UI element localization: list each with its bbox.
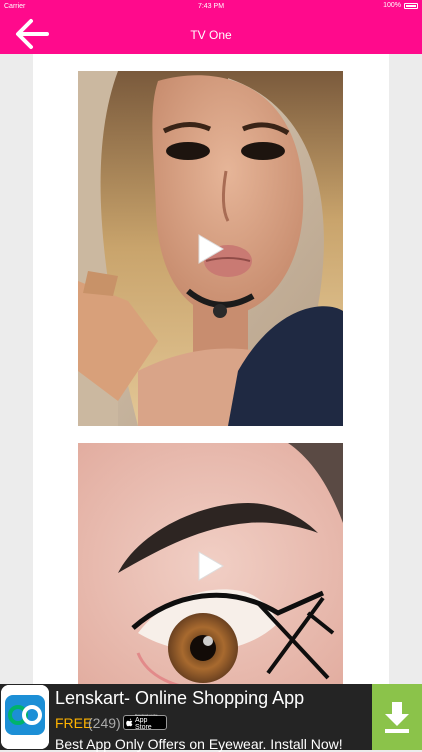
badge-store-text: App Store — [134, 717, 152, 731]
status-time: 7:43 PM — [197, 3, 225, 10]
ad-banner[interactable]: Lenskart- Online Shopping App FREE (249)… — [0, 684, 422, 752]
play-icon — [198, 550, 224, 581]
video-thumbnail[interactable] — [78, 71, 343, 426]
download-button[interactable] — [372, 684, 422, 750]
download-arrow-icon — [385, 702, 409, 733]
ad-title: Lenskart- Online Shopping App — [55, 688, 305, 708]
app-store-badge[interactable]: Download on the App Store — [123, 714, 167, 731]
play-icon — [198, 233, 224, 264]
ad-price: FREE — [55, 715, 93, 731]
battery-percent: 100% — [383, 2, 401, 9]
video-thumbnail[interactable] — [78, 443, 343, 688]
navigation-bar: TV One — [0, 14, 422, 54]
video-list — [33, 54, 389, 688]
glasses-logo-icon — [1, 685, 49, 749]
page-title: TV One — [190, 28, 232, 42]
apple-logo-icon — [126, 718, 133, 727]
ad-rating-count: (249) — [88, 715, 121, 731]
battery-icon — [404, 2, 418, 9]
status-bar: Carrier 7:43 PM 100% — [0, 0, 422, 14]
lenskart-app-icon[interactable] — [1, 685, 49, 749]
battery-indicator: 100% — [383, 2, 418, 9]
